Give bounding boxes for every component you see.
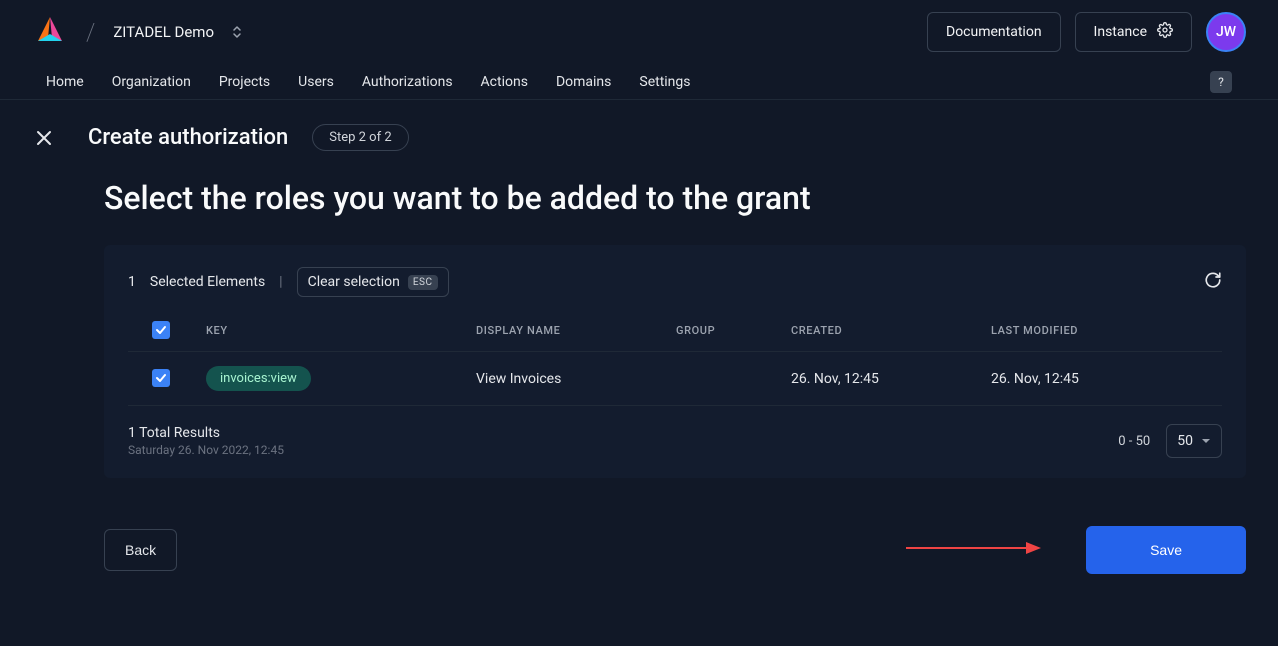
page-range: 0 - 50: [1118, 434, 1150, 449]
nav-organization[interactable]: Organization: [112, 74, 191, 90]
col-key: KEY: [198, 307, 468, 352]
close-icon[interactable]: [32, 126, 56, 150]
pager: 0 - 50 50: [1118, 424, 1222, 458]
separator: |: [279, 274, 282, 290]
avatar[interactable]: JW: [1206, 12, 1246, 52]
chevrons-icon: [232, 25, 242, 39]
esc-key-badge: ESC: [408, 275, 438, 290]
section-title: Select the roles you want to be added to…: [104, 179, 1246, 217]
select-all-checkbox[interactable]: [152, 321, 170, 339]
instance-button[interactable]: Instance: [1075, 12, 1192, 52]
nav-projects[interactable]: Projects: [219, 74, 270, 90]
table-footer: 1 Total Results Saturday 26. Nov 2022, 1…: [128, 424, 1222, 458]
roles-table: KEY DISPLAY NAME GROUP CREATED LAST MODI…: [128, 307, 1222, 406]
topbar: / ZITADEL Demo Documentation Instance JW: [0, 0, 1278, 64]
clear-selection-button[interactable]: Clear selection ESC: [297, 267, 449, 297]
org-selector[interactable]: ZITADEL Demo: [113, 23, 242, 41]
avatar-initials: JW: [1216, 24, 1236, 40]
header-actions: Documentation Instance JW: [927, 12, 1246, 52]
col-modified: LAST MODIFIED: [983, 307, 1222, 352]
total-results: 1 Total Results: [128, 425, 284, 441]
back-button[interactable]: Back: [104, 529, 177, 571]
nav-domains[interactable]: Domains: [556, 74, 611, 90]
documentation-button[interactable]: Documentation: [927, 12, 1061, 52]
step-indicator: Step 2 of 2: [312, 124, 408, 151]
nav-settings[interactable]: Settings: [639, 74, 690, 90]
page-title: Create authorization: [88, 125, 288, 150]
selection-count: 1: [128, 274, 136, 290]
brand-logo[interactable]: [32, 14, 68, 50]
breadcrumb-separator: /: [86, 18, 95, 46]
main-nav: Home Organization Projects Users Authori…: [0, 64, 1278, 100]
roles-card: 1 Selected Elements | Clear selection ES…: [104, 245, 1246, 478]
cell-modified: 26. Nov, 12:45: [983, 352, 1222, 406]
cell-display-name: View Invoices: [468, 352, 668, 406]
cell-group: [668, 352, 783, 406]
nav-actions[interactable]: Actions: [481, 74, 528, 90]
col-group: GROUP: [668, 307, 783, 352]
cell-created: 26. Nov, 12:45: [783, 352, 983, 406]
col-created: CREATED: [783, 307, 983, 352]
page-size-selector[interactable]: 50: [1166, 424, 1222, 458]
instance-label: Instance: [1094, 24, 1147, 40]
row-checkbox[interactable]: [152, 369, 170, 387]
gear-icon: [1157, 22, 1173, 42]
nav-users[interactable]: Users: [298, 74, 334, 90]
table-row[interactable]: invoices:view View Invoices 26. Nov, 12:…: [128, 352, 1222, 406]
page-header: Create authorization Step 2 of 2: [32, 124, 1246, 151]
chevron-down-icon: [1201, 438, 1211, 444]
nav-home[interactable]: Home: [46, 74, 84, 90]
arrow-annotation: [906, 538, 1046, 562]
refresh-icon[interactable]: [1204, 271, 1222, 293]
clear-selection-label: Clear selection: [308, 274, 400, 290]
selection-bar: 1 Selected Elements | Clear selection ES…: [128, 267, 1222, 297]
documentation-label: Documentation: [946, 24, 1042, 40]
page-size-value: 50: [1177, 433, 1193, 449]
save-button[interactable]: Save: [1086, 526, 1246, 574]
nav-authorizations[interactable]: Authorizations: [362, 74, 453, 90]
role-key-pill: invoices:view: [206, 366, 311, 391]
help-button[interactable]: ?: [1210, 71, 1232, 93]
org-name: ZITADEL Demo: [113, 23, 214, 41]
action-row: Back Save: [104, 526, 1246, 574]
content: Select the roles you want to be added to…: [32, 179, 1246, 574]
footer-timestamp: Saturday 26. Nov 2022, 12:45: [128, 443, 284, 457]
page: Create authorization Step 2 of 2 Select …: [0, 100, 1278, 574]
selection-label: Selected Elements: [150, 274, 265, 290]
col-display-name: DISPLAY NAME: [468, 307, 668, 352]
